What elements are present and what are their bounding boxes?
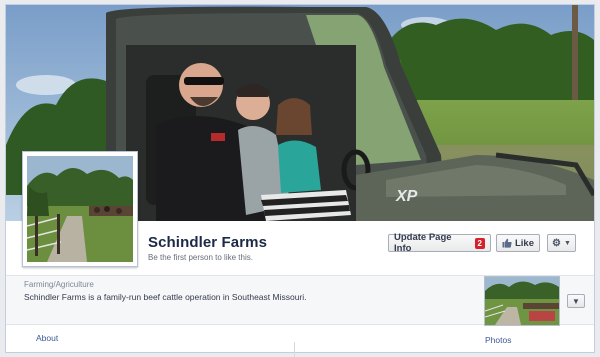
notification-badge: 2: [474, 237, 485, 249]
tab-photos[interactable]: Photos: [485, 335, 511, 345]
vehicle-badge: XP: [395, 188, 418, 205]
column-divider: [294, 342, 295, 357]
page-frame: XP Schindler Farms Be the first person t…: [5, 4, 595, 353]
update-page-info-button[interactable]: Update Page Info 2: [388, 232, 491, 254]
page-title[interactable]: Schindler Farms: [148, 234, 267, 251]
chevron-down-icon: ▼: [572, 296, 580, 306]
profile-picture[interactable]: [22, 151, 138, 267]
gear-icon: ⚙: [552, 237, 562, 249]
update-page-info-label: Update Page Info: [394, 232, 452, 254]
like-button[interactable]: Like: [496, 234, 540, 252]
profile-picture-image: [27, 156, 133, 262]
thumbs-up-icon: [502, 238, 512, 248]
like-prompt: Be the first person to like this.: [148, 253, 253, 262]
photos-thumbnail[interactable]: [484, 276, 560, 326]
photos-thumbnail-image: [485, 277, 559, 325]
expand-photos-button[interactable]: ▼: [567, 294, 585, 308]
settings-dropdown-button[interactable]: ⚙ ▼: [547, 234, 576, 252]
page-description: Schindler Farms is a family-run beef cat…: [24, 292, 307, 302]
like-label: Like: [514, 237, 534, 249]
page-category[interactable]: Farming/Agriculture: [24, 280, 94, 289]
tab-about[interactable]: About: [36, 333, 58, 343]
caret-down-icon: ▼: [564, 239, 571, 247]
